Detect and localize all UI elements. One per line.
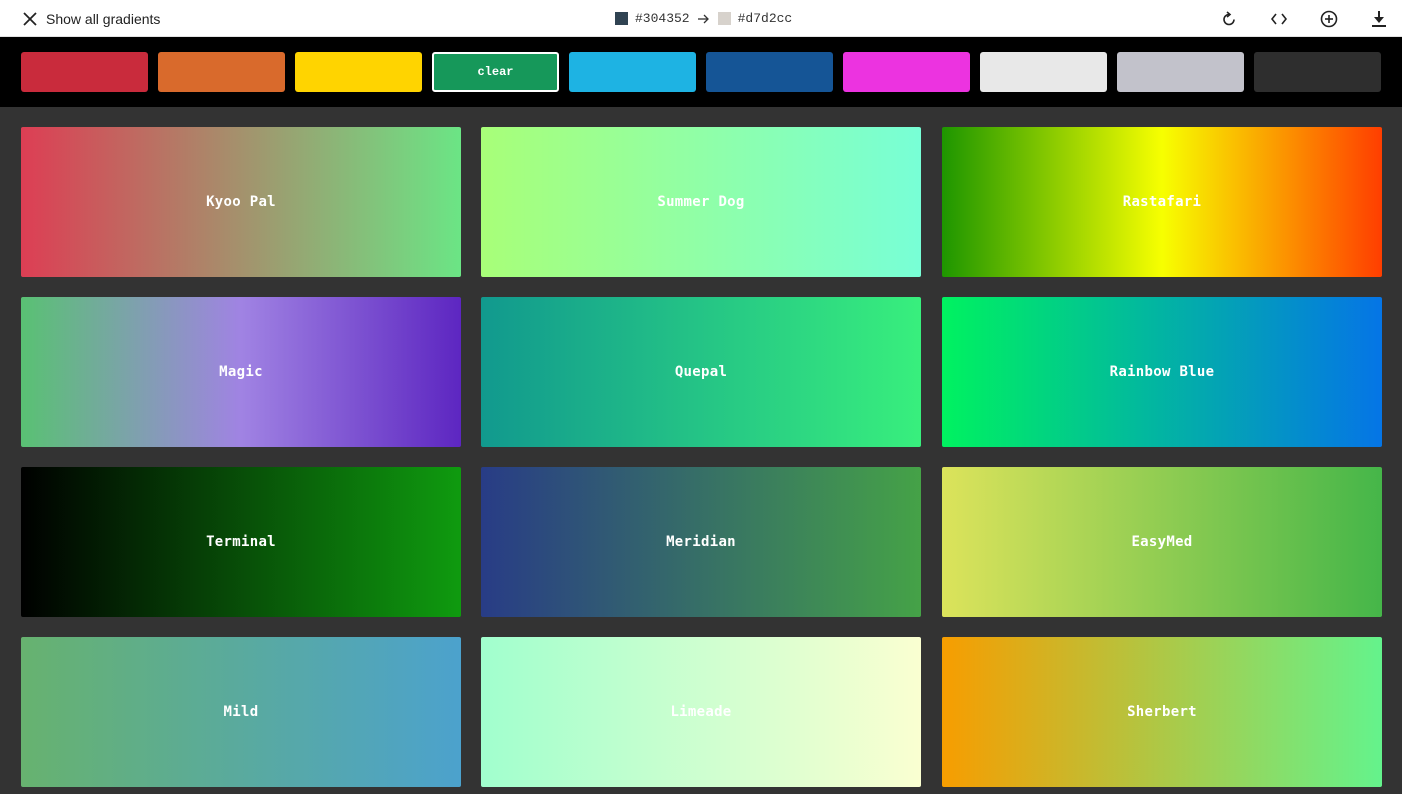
code-icon: [1271, 13, 1287, 24]
filter-red[interactable]: [21, 52, 148, 92]
filter-cyan[interactable]: [569, 52, 696, 92]
gradient-name: Limeade: [670, 704, 732, 720]
filter-clear[interactable]: clear: [432, 52, 559, 92]
gradient-name: EasyMed: [1131, 534, 1193, 550]
add-gradient-button[interactable]: [1320, 10, 1338, 28]
code-button[interactable]: [1270, 10, 1288, 28]
gradient-card[interactable]: Kyoo Pal: [21, 127, 461, 277]
gradient-name: Kyoo Pal: [206, 194, 276, 210]
gradient-card[interactable]: Sherbert: [942, 637, 1382, 787]
filter-magenta[interactable]: [843, 52, 970, 92]
top-bar: Show all gradients #304352 #d7d2cc: [0, 0, 1402, 37]
add-icon: [1320, 10, 1338, 27]
download-button[interactable]: [1370, 10, 1388, 28]
gradient-card[interactable]: Mild: [21, 637, 461, 787]
gradient-card[interactable]: Rastafari: [942, 127, 1382, 277]
gradient-card[interactable]: Rainbow Blue: [942, 297, 1382, 447]
gradient-name: Meridian: [666, 534, 736, 550]
filter-white[interactable]: [980, 52, 1107, 92]
close-icon: [23, 11, 37, 26]
current-gradient-colors: #304352 #d7d2cc: [615, 0, 792, 37]
gradient-card[interactable]: Quepal: [481, 297, 921, 447]
gradient-card[interactable]: Meridian: [481, 467, 921, 617]
rotate-button[interactable]: [1220, 10, 1238, 28]
gradient-name: Mild: [223, 704, 259, 720]
filter-clear-label: clear: [477, 65, 514, 79]
toolbar: [1188, 0, 1388, 37]
download-icon: [1372, 10, 1386, 27]
arrow-right-icon: [697, 14, 709, 23]
gradient-name: Quepal: [674, 364, 728, 380]
filter-grey[interactable]: [1117, 52, 1244, 92]
gradient-name: Rainbow Blue: [1109, 364, 1215, 380]
from-color-swatch: [615, 12, 628, 25]
filter-yellow[interactable]: [295, 52, 422, 92]
gradient-name: Sherbert: [1127, 704, 1197, 720]
filter-orange[interactable]: [158, 52, 285, 92]
to-hex[interactable]: #d7d2cc: [738, 11, 793, 26]
gradient-name: Summer Dog: [657, 194, 745, 210]
gradient-name: Magic: [219, 364, 263, 380]
show-all-gradients-button[interactable]: Show all gradients: [22, 0, 160, 37]
from-hex[interactable]: #304352: [635, 11, 690, 26]
filter-blue[interactable]: [706, 52, 833, 92]
to-color-swatch: [717, 12, 731, 25]
rotate-icon: [1223, 10, 1235, 25]
gradient-name: Rastafari: [1122, 194, 1202, 210]
gradient-card[interactable]: Terminal: [21, 467, 461, 617]
show-all-label: Show all gradients: [46, 10, 161, 27]
color-filter-bar: clear: [0, 37, 1402, 107]
gradient-name: Terminal: [206, 534, 276, 550]
gradient-card[interactable]: Limeade: [481, 637, 921, 787]
gradient-card[interactable]: Summer Dog: [481, 127, 921, 277]
filter-black[interactable]: [1254, 52, 1381, 92]
gradient-card[interactable]: Magic: [21, 297, 461, 447]
gradient-card[interactable]: EasyMed: [942, 467, 1382, 617]
